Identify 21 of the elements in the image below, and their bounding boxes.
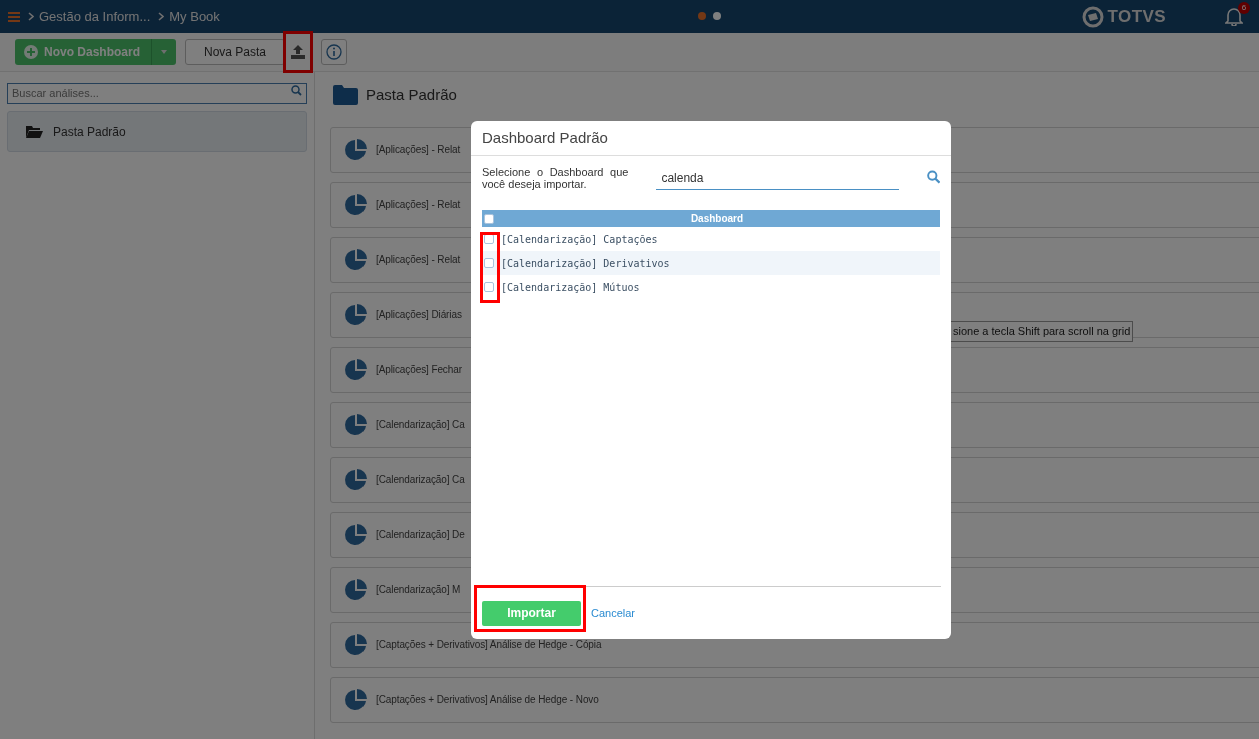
folder-label: Pasta Padrão [53, 123, 126, 141]
notification-badge: 6 [1238, 2, 1250, 14]
dashboard-label: [Aplicações] - Relat [376, 143, 461, 157]
folder-title: Pasta Padrão [366, 85, 457, 105]
dashboard-label: [Calendarização] Ca [376, 473, 465, 487]
dashboard-label: [Calendarização] M [376, 583, 461, 597]
row-label: [Calendarização] Derivativos [501, 256, 670, 271]
column-header: Dashboard [689, 212, 745, 226]
dashboard-label: [Aplicações] - Relat [376, 198, 461, 212]
dashboard-label: [Aplicações] Fechar [376, 363, 462, 377]
tooltip: sione a tecla Shift para scroll na grid [950, 321, 1134, 342]
row-label: [Calendarização] Mútuos [501, 280, 640, 295]
instruction-text: Selecione o Dashboard que você deseja importar. [482, 166, 629, 190]
logo-text: TOTVS [1107, 5, 1166, 28]
dashboard-label: [Calendarização] Ca [376, 418, 465, 432]
dialog-title: Dashboard Padrão [482, 127, 608, 148]
dashboard-label: [Captações + Derivativos] Análise de Hedge - Cópia [376, 638, 602, 652]
dashboard-label: [Aplicações] Diárias [376, 308, 462, 322]
dashboard-label: [Calendarização] De [376, 528, 465, 542]
dashboard-label: [Aplicações] - Relat [376, 253, 461, 267]
dashboard-label: [Captações + Derivativos] Análise de Hedge - Novo [376, 693, 599, 707]
